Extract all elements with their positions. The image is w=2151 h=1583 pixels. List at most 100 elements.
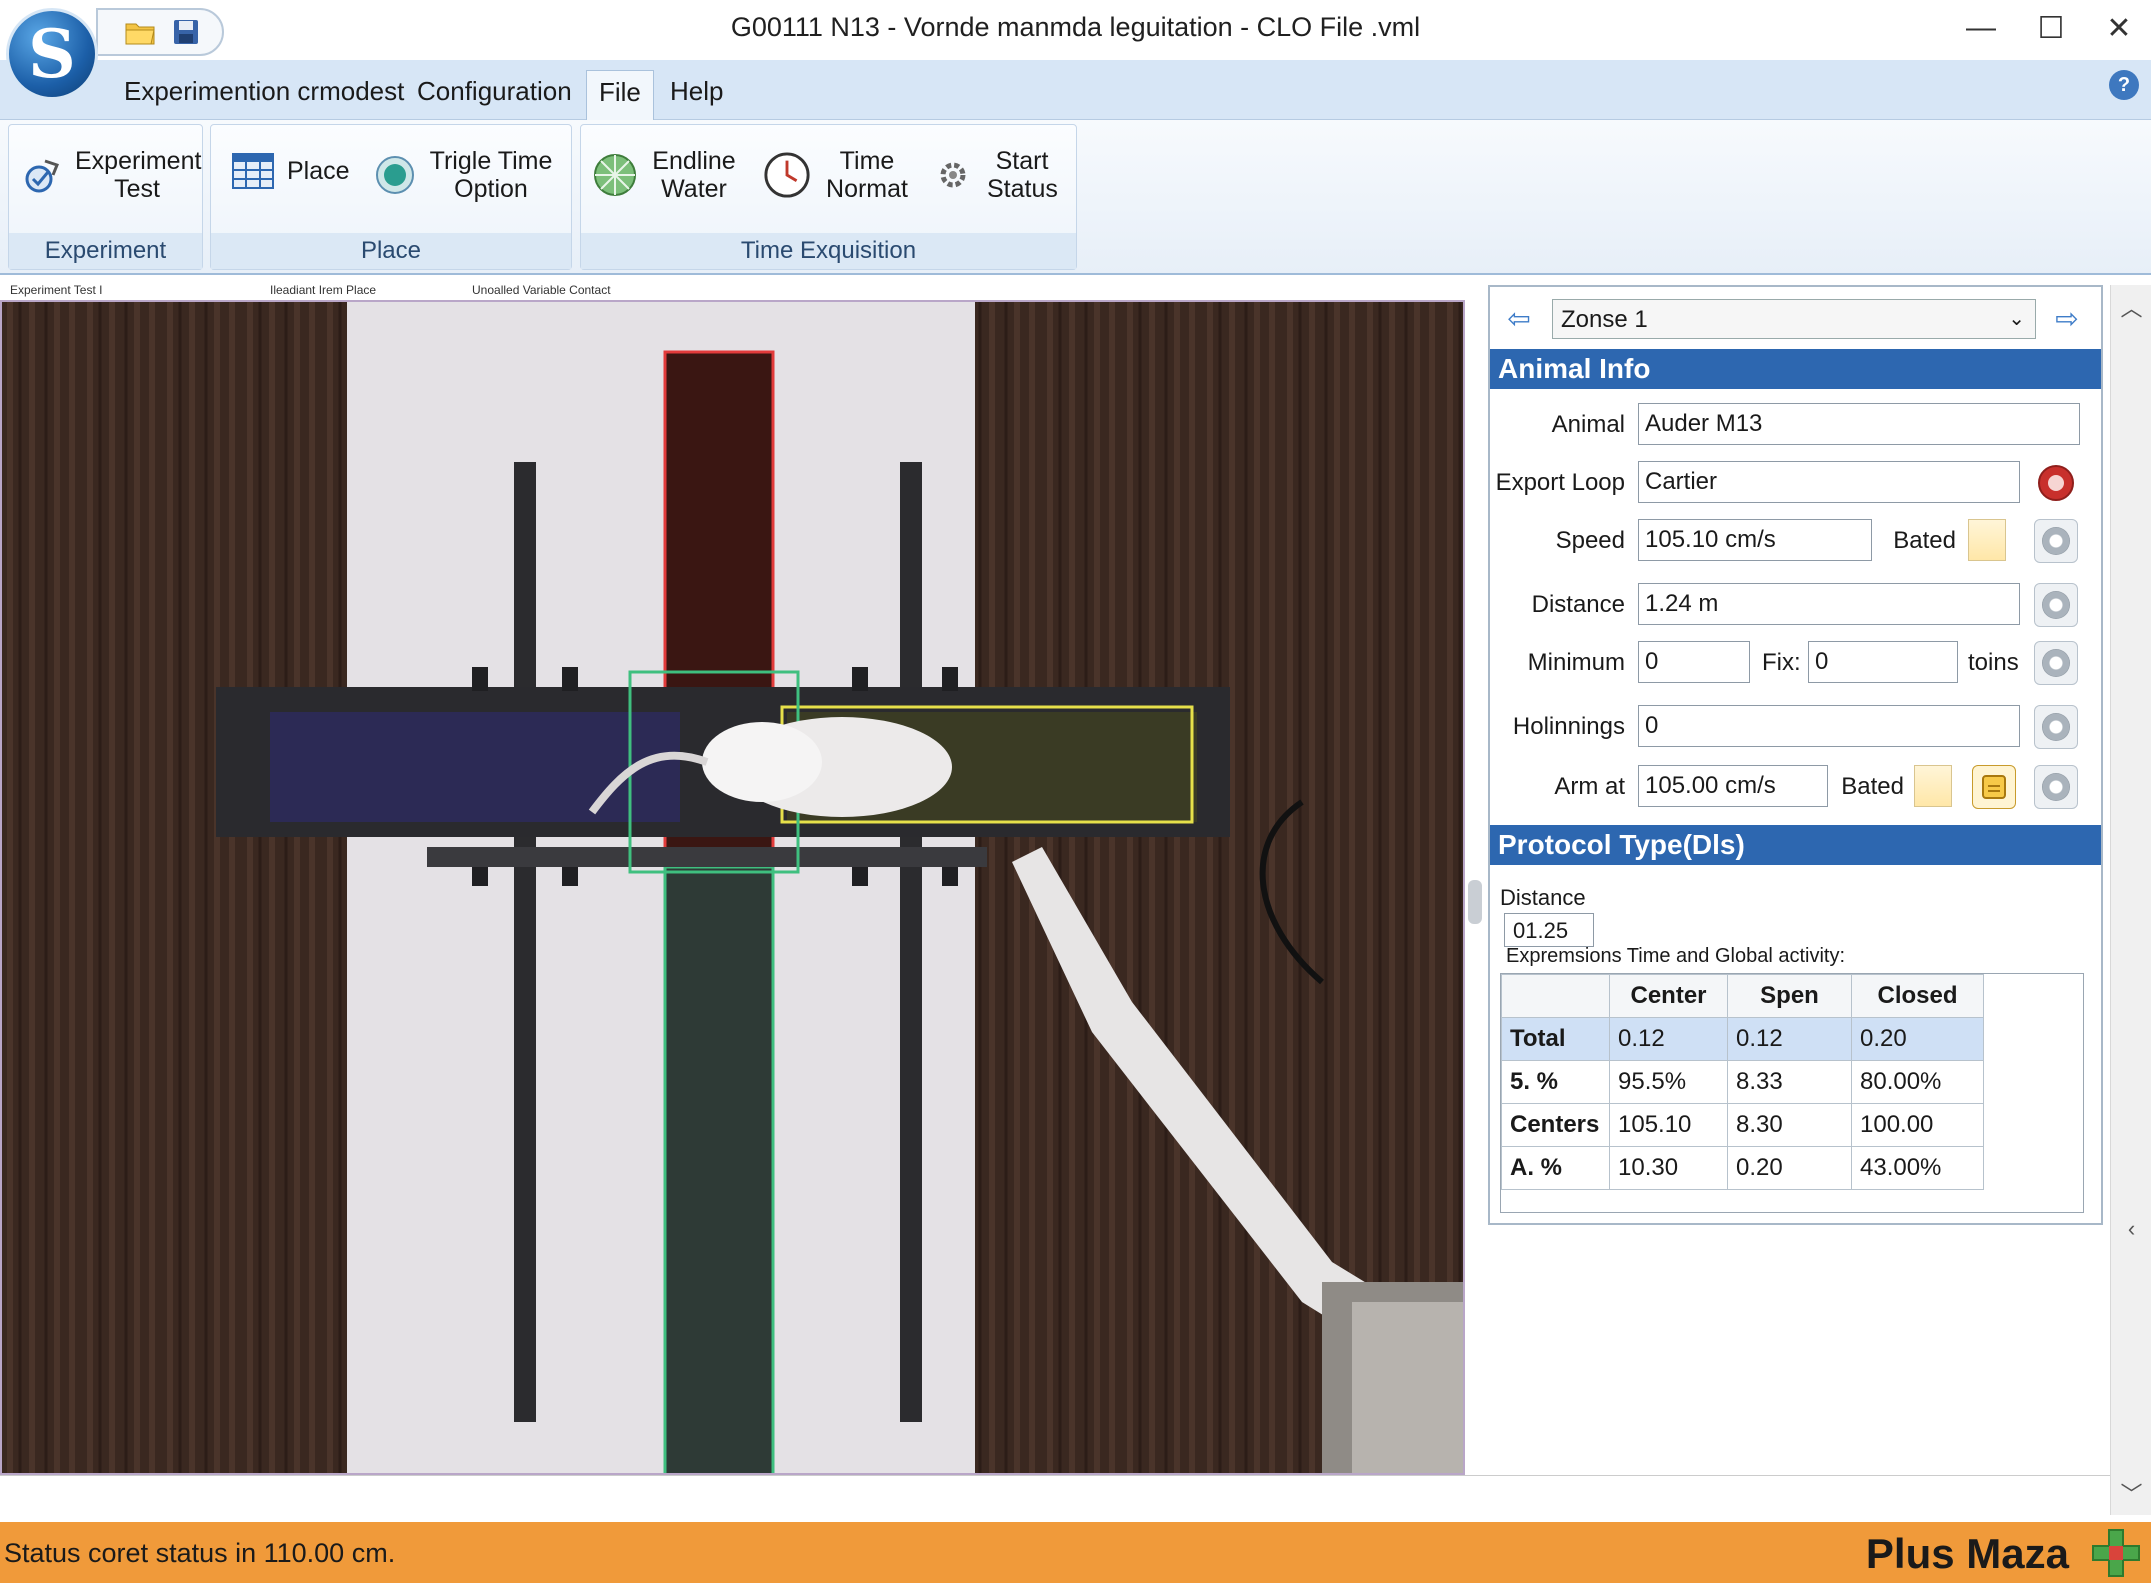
trigle-time-option-button[interactable]: Trigle Time Option <box>371 147 553 203</box>
expressions-label: Expremsions Time and Global activity: <box>1506 945 1846 967</box>
protocol-table: Center Spen Closed Total 0.12 0.12 0.20 … <box>1501 974 1984 1190</box>
table-header-cell: Closed <box>1851 974 1984 1018</box>
title-bar: G00111 N13 - Vornde manmda leguitation -… <box>0 0 2151 60</box>
brand-name: Plus Maza <box>1865 1530 2069 1577</box>
ribbon-group-place: Place Trigle Time Option Place <box>210 124 572 270</box>
table-header-cell <box>1501 974 1610 1018</box>
menu-help[interactable]: Help <box>658 70 735 120</box>
close-button[interactable]: ✕ <box>2089 6 2149 50</box>
distance-field[interactable]: 1.24 m <box>1638 583 2020 625</box>
speed-color-swatch[interactable] <box>1968 519 2006 561</box>
right-panel: ⇦ Zonse 1 ⌄ ⇨ Animal Info Animal Auder M… <box>1488 285 2103 1225</box>
holinnings-field[interactable]: 0 <box>1638 705 2020 747</box>
menu-experimention[interactable]: Experimention crmodest <box>112 70 416 120</box>
maze-video-image <box>2 302 1463 1473</box>
start-status-button[interactable]: Start Status <box>929 147 1058 203</box>
record-icon[interactable] <box>2034 461 2078 505</box>
collapse-panel-icon[interactable]: ‹ <box>2111 1211 2151 1247</box>
arm-at-settings-icon[interactable] <box>2034 765 2078 809</box>
video-header-item: Experiment Test I <box>10 283 103 297</box>
table-cell: 100.00 <box>1851 1103 1984 1147</box>
panel-splitter[interactable] <box>1468 880 1482 924</box>
app-logo[interactable]: S <box>6 8 98 100</box>
table-header-row: Center Spen Closed <box>1501 974 1984 1018</box>
minimum-unit-label: toins <box>1968 649 2019 676</box>
clock-icon <box>763 151 811 199</box>
save-record-icon[interactable] <box>1972 765 2016 809</box>
endline-water-button[interactable]: Endline Water <box>591 147 739 203</box>
arm-at-label: Arm at <box>1554 773 1625 800</box>
help-icon[interactable]: ? <box>2109 70 2139 100</box>
minimum-field[interactable]: 0 <box>1638 641 1750 683</box>
menu-file[interactable]: File <box>586 70 654 120</box>
ribbon: Experiment Test Experiment Place Trigle … <box>0 120 2151 275</box>
place-button[interactable]: Place <box>229 147 350 195</box>
minimize-button[interactable]: — <box>1951 6 2011 50</box>
table-header-cell: Spen <box>1727 974 1852 1018</box>
zone-navigator: ⇦ Zonse 1 ⌄ ⇨ <box>1490 295 2101 341</box>
time-normat-button[interactable]: Time Normat <box>763 147 913 203</box>
arm-at-bated-label: Bated <box>1841 773 1904 800</box>
experiment-icon <box>17 151 65 199</box>
table-cell: 0.20 <box>1851 1017 1984 1061</box>
speed-field[interactable]: 105.10 cm/s <box>1638 519 1872 561</box>
protocol-table-container: Center Spen Closed Total 0.12 0.12 0.20 … <box>1500 973 2084 1213</box>
bottom-strip <box>0 1475 2151 1520</box>
scroll-up-icon[interactable]: ︿ <box>2111 289 2151 325</box>
distance-settings-icon[interactable] <box>2034 583 2078 627</box>
status-bar: Status coret status in 110.00 cm. Plus M… <box>0 1522 2151 1583</box>
export-loop-label: Export Loop <box>1495 469 1625 496</box>
fix-field[interactable]: 0 <box>1808 641 1958 683</box>
table-cell: 10.30 <box>1609 1146 1728 1190</box>
arm-at-field[interactable]: 105.00 cm/s <box>1638 765 1828 807</box>
minimum-label: Minimum <box>1527 649 1625 676</box>
zone-select[interactable]: Zonse 1 ⌄ <box>1552 299 2036 339</box>
video-frame[interactable] <box>0 300 1465 1475</box>
experiment-test-button[interactable]: Experiment Test <box>17 147 201 203</box>
table-row-header: A. % <box>1501 1146 1610 1190</box>
protocol-distance-label: Distance <box>1500 885 1586 910</box>
window-title: G00111 N13 - Vornde manmda leguitation -… <box>730 12 1421 42</box>
table-cell: 0.12 <box>1727 1017 1852 1061</box>
table-cell: 80.00% <box>1851 1060 1984 1104</box>
table-cell: 0.12 <box>1609 1017 1728 1061</box>
trigle-time-option-label: Trigle Time Option <box>429 147 553 203</box>
menu-configuration[interactable]: Configuration <box>405 70 584 120</box>
maximize-button[interactable]: ☐ <box>2021 6 2081 50</box>
arm-at-color-swatch[interactable] <box>1914 765 1952 807</box>
speed-settings-icon[interactable] <box>2034 519 2078 563</box>
menu-bar: Experimention crmodest Configuration Fil… <box>0 60 2151 120</box>
row-holinnings: Holinnings 0 <box>1490 705 2101 749</box>
minimum-settings-icon[interactable] <box>2034 641 2078 685</box>
table-row-header: Total <box>1501 1017 1610 1061</box>
row-animal: Animal Auder M13 <box>1490 403 2101 447</box>
export-loop-field[interactable]: Cartier <box>1638 461 2020 503</box>
ribbon-group-experiment: Experiment Test Experiment <box>8 124 203 270</box>
start-status-label: Start Status <box>987 147 1058 203</box>
globe-icon <box>591 151 639 199</box>
row-minimum: Minimum 0 Fix: 0 toins <box>1490 641 2101 685</box>
place-label: Place <box>287 157 350 185</box>
table-row[interactable]: A. % 10.30 0.20 43.00% <box>1501 1146 1984 1190</box>
protocol-distance-field[interactable]: 01.25 <box>1504 913 1594 947</box>
table-cell: 0.20 <box>1727 1146 1852 1190</box>
scroll-down-icon[interactable]: ﹀ <box>2111 1475 2151 1511</box>
animal-field[interactable]: Auder M13 <box>1638 403 2080 445</box>
circle-icon <box>371 151 419 199</box>
status-text: Status coret status in 110.00 cm. <box>4 1538 396 1568</box>
table-row[interactable]: Total 0.12 0.12 0.20 <box>1501 1017 1984 1061</box>
vertical-scrollbar[interactable]: ︿ ‹ ﹀ <box>2110 285 2151 1515</box>
table-row-header: Centers <box>1501 1103 1610 1147</box>
holinnings-settings-icon[interactable] <box>2034 705 2078 749</box>
next-zone-icon[interactable]: ⇨ <box>2050 303 2084 334</box>
row-arm-at: Arm at 105.00 cm/s Bated <box>1490 765 2101 809</box>
table-row-header: 5. % <box>1501 1060 1610 1104</box>
row-speed: Speed 105.10 cm/s Bated <box>1490 519 2101 563</box>
ribbon-group-time-exquisition: Endline Water Time Normat Start Status T… <box>580 124 1077 270</box>
gear-icon <box>929 151 977 199</box>
table-row[interactable]: Centers 105.10 8.30 100.00 <box>1501 1103 1984 1147</box>
table-row[interactable]: 5. % 95.5% 8.33 80.00% <box>1501 1060 1984 1104</box>
speed-bated-label: Bated <box>1893 527 1956 554</box>
previous-zone-icon[interactable]: ⇦ <box>1502 303 1536 334</box>
endline-water-label: Endline Water <box>652 147 736 203</box>
